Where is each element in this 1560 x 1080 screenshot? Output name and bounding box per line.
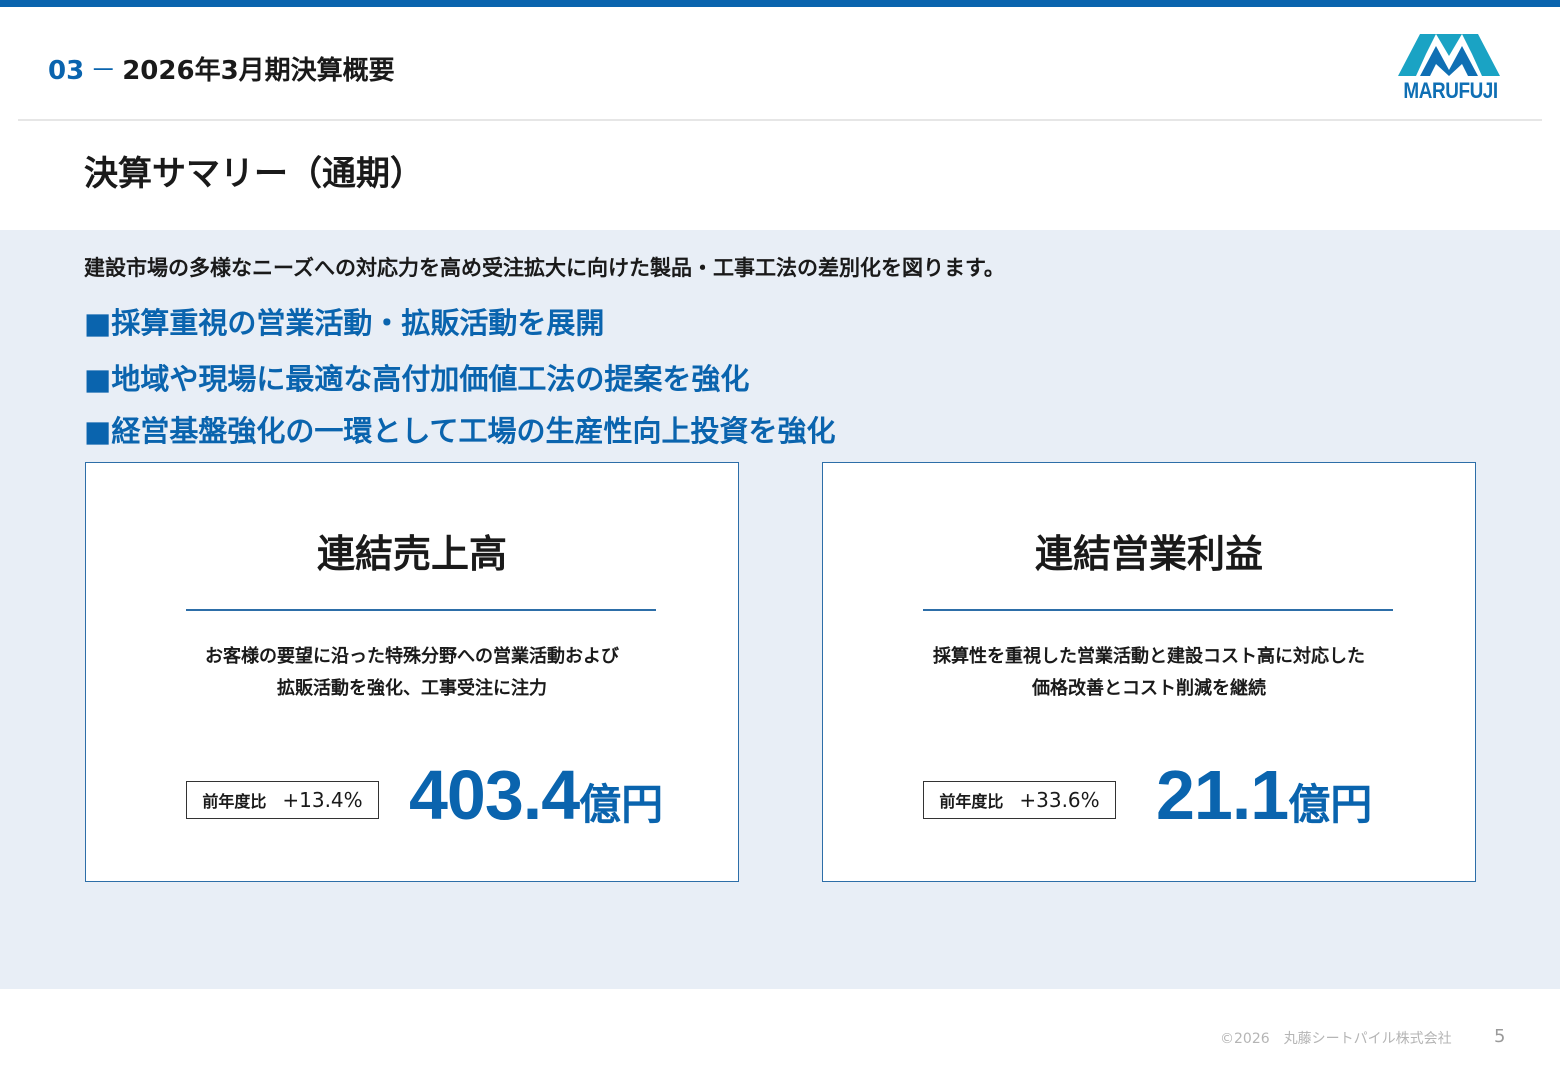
card-title: 連結営業利益 [1034, 532, 1263, 576]
logo-text: MARUFUJI [1403, 78, 1498, 103]
marufuji-logo: MARUFUJI [1396, 32, 1502, 104]
content-area: 建設市場の多様なニーズへの対応力を高め受注拡大に向けた製品・工事工法の差別化を図… [0, 230, 1560, 989]
card-description: 採算性を重視した営業活動と建設コスト高に対応した 価格改善とコスト削減を継続 [823, 641, 1475, 705]
card-divider [186, 609, 656, 611]
value-number: 403.4 [409, 756, 580, 834]
yoy-value: +13.4% [282, 788, 363, 812]
card-title: 連結売上高 [316, 532, 507, 576]
operating-profit-value: 21.1億円 [1156, 755, 1372, 835]
card-description-line: 価格改善とコスト削減を継続 [1032, 678, 1266, 699]
section-label: 03 － 2026年3月期決算概要 [48, 50, 395, 87]
card-description-line: お客様の要望に沿った特殊分野への営業活動および [205, 646, 619, 667]
card-description-line: 採算性を重視した営業活動と建設コスト高に対応した [933, 646, 1365, 667]
card-description-line: 拡販活動を強化、工事受注に注力 [277, 678, 547, 699]
operating-profit-card: 連結営業利益 採算性を重視した営業活動と建設コスト高に対応した 価格改善とコスト… [822, 462, 1476, 882]
bullet-point: ■地域や現場に最適な高付加価値工法の提案を強化 [84, 362, 750, 396]
section-number: 03 [48, 56, 85, 86]
footer-copyright: ©2026 丸藤シートパイル株式会社 [1220, 1031, 1452, 1047]
page-number: 5 [1494, 1026, 1506, 1047]
value-unit: 億円 [579, 780, 664, 829]
bullet-point: ■経営基盤強化の一環として工場の生産性向上投資を強化 [84, 414, 836, 448]
yoy-label: 前年度比 [939, 792, 1004, 811]
intro-text: 建設市場の多様なニーズへの対応力を高め受注拡大に向けた製品・工事工法の差別化を図… [84, 256, 1005, 280]
mountain-logo-icon [1398, 34, 1500, 76]
top-accent-bar [0, 0, 1560, 7]
yoy-box: 前年度比 +13.4% [186, 781, 379, 819]
value-unit: 億円 [1288, 780, 1373, 829]
page-title: 決算サマリー（通期） [84, 154, 424, 194]
card-divider [923, 609, 1393, 611]
card-description: お客様の要望に沿った特殊分野への営業活動および 拡販活動を強化、工事受注に注力 [86, 641, 738, 705]
yoy-value: +33.6% [1019, 788, 1100, 812]
bullet-point: ■採算重視の営業活動・拡販活動を展開 [84, 306, 605, 340]
section-title: 2026年3月期決算概要 [122, 56, 395, 86]
sales-value: 403.4億円 [409, 755, 663, 835]
header-divider [18, 119, 1542, 121]
value-number: 21.1 [1156, 756, 1289, 834]
yoy-box: 前年度比 +33.6% [923, 781, 1116, 819]
section-dash: － [90, 56, 117, 86]
yoy-label: 前年度比 [202, 792, 267, 811]
sales-card: 連結売上高 お客様の要望に沿った特殊分野への営業活動および 拡販活動を強化、工事… [85, 462, 739, 882]
